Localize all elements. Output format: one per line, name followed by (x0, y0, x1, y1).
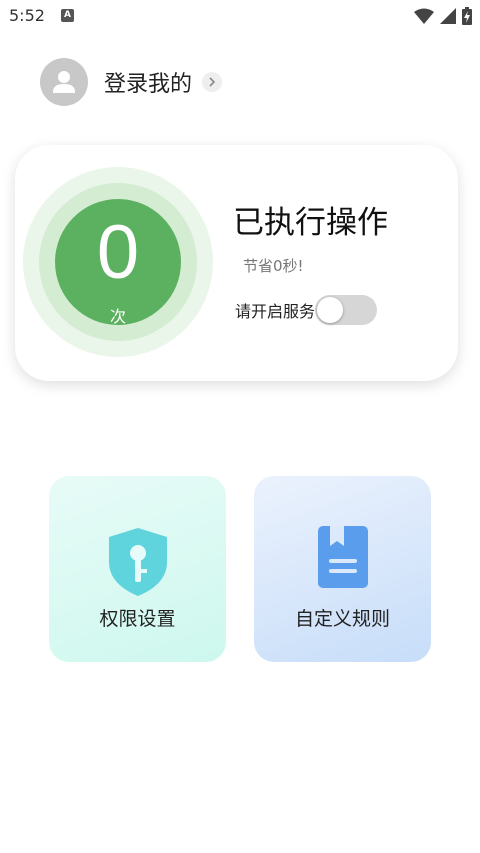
chevron-right-icon[interactable] (202, 72, 223, 92)
status-bar: 5:52 A (0, 0, 480, 32)
shield-key-icon (107, 526, 169, 602)
battery-icon (462, 7, 472, 25)
login-label[interactable]: 登录我的 (104, 66, 192, 98)
status-icons (414, 6, 472, 26)
notification-a-icon: A (61, 9, 74, 22)
execution-count-unit: 次 (109, 307, 126, 326)
counter-ring-middle: 0 次 (39, 183, 197, 341)
execution-count: 0 (96, 210, 140, 295)
login-profile-row[interactable]: 登录我的 (40, 58, 223, 106)
service-label: 请开启服务 (235, 302, 316, 321)
user-icon (53, 71, 75, 93)
counter-circle: 0 次 (55, 199, 181, 326)
executed-operations-title: 已执行操作 (233, 205, 388, 241)
time-saved-text: 节省0秒! (243, 257, 304, 275)
service-toggle[interactable] (315, 295, 378, 325)
service-toggle-row: 请开启服务 (235, 295, 378, 325)
permission-settings-label: 权限设置 (99, 608, 176, 630)
custom-rules-label: 自定义规则 (294, 608, 390, 630)
wifi-icon (414, 8, 434, 24)
bookmark-book-icon (317, 526, 368, 592)
execution-stats-card: 0 次 已执行操作 节省0秒! 请开启服务 (15, 145, 458, 381)
status-time: 5:52 (9, 6, 45, 25)
signal-icon (440, 8, 456, 24)
custom-rules-tile[interactable]: 自定义规则 (254, 476, 431, 662)
toggle-knob (317, 297, 344, 323)
counter-ring-outer: 0 次 (23, 167, 213, 357)
permission-settings-tile[interactable]: 权限设置 (49, 476, 226, 662)
avatar[interactable] (40, 58, 88, 106)
